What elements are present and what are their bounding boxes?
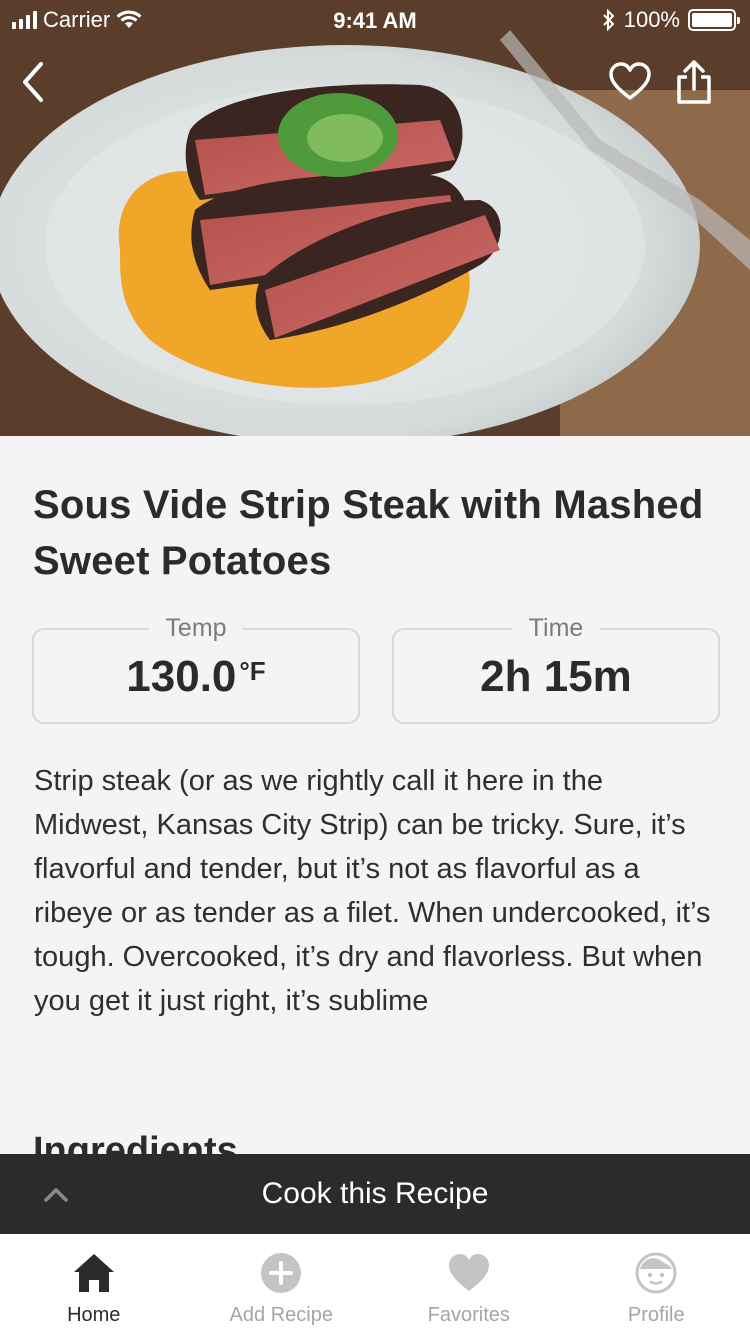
tab-bar: Home Add Recipe Favorites Profile: [0, 1234, 750, 1334]
temp-stat: Temp 130.0 °F: [32, 614, 360, 724]
status-bar: Carrier 9:41 AM 100%: [0, 0, 750, 40]
cook-recipe-label[interactable]: Cook this Recipe: [0, 1177, 750, 1211]
temp-value-wrap: 130.0 °F: [34, 652, 358, 702]
cook-recipe-bar[interactable]: Cook this Recipe: [0, 1154, 750, 1234]
share-icon: [677, 60, 711, 104]
battery-icon: [688, 9, 740, 31]
recipe-description: Strip steak (or as we rightly call it he…: [34, 765, 711, 1017]
back-button[interactable]: [10, 58, 54, 106]
temp-value: 130.0: [126, 652, 237, 701]
heart-outline-icon: [609, 62, 651, 100]
temp-label: Temp: [149, 614, 243, 643]
battery-percent: 100%: [623, 7, 680, 32]
time-stat: Time 2h 15m: [392, 614, 720, 724]
face-icon: [635, 1252, 677, 1294]
tab-add-recipe-label: Add Recipe: [229, 1304, 333, 1326]
favorite-button[interactable]: [606, 58, 654, 106]
chevron-left-icon: [23, 62, 43, 102]
heart-icon: [448, 1254, 489, 1291]
tab-favorites-label: Favorites: [427, 1304, 510, 1326]
time-label: Time: [512, 614, 600, 643]
bluetooth-icon: [603, 9, 615, 31]
recipe-title: Sous Vide Strip Steak with Mashed Sweet …: [33, 483, 704, 583]
time-value: 2h 15m: [480, 652, 632, 701]
tab-favorites[interactable]: Favorites: [375, 1234, 563, 1334]
tab-home-label: Home: [67, 1304, 121, 1326]
tab-add-recipe[interactable]: Add Recipe: [188, 1234, 376, 1334]
share-button[interactable]: [670, 56, 718, 108]
temp-unit: °F: [239, 656, 266, 686]
home-icon: [73, 1254, 114, 1292]
tab-home[interactable]: Home: [0, 1234, 188, 1334]
plus-icon: [261, 1253, 302, 1293]
tab-profile[interactable]: Profile: [563, 1234, 750, 1334]
tab-profile-label: Profile: [627, 1304, 685, 1326]
